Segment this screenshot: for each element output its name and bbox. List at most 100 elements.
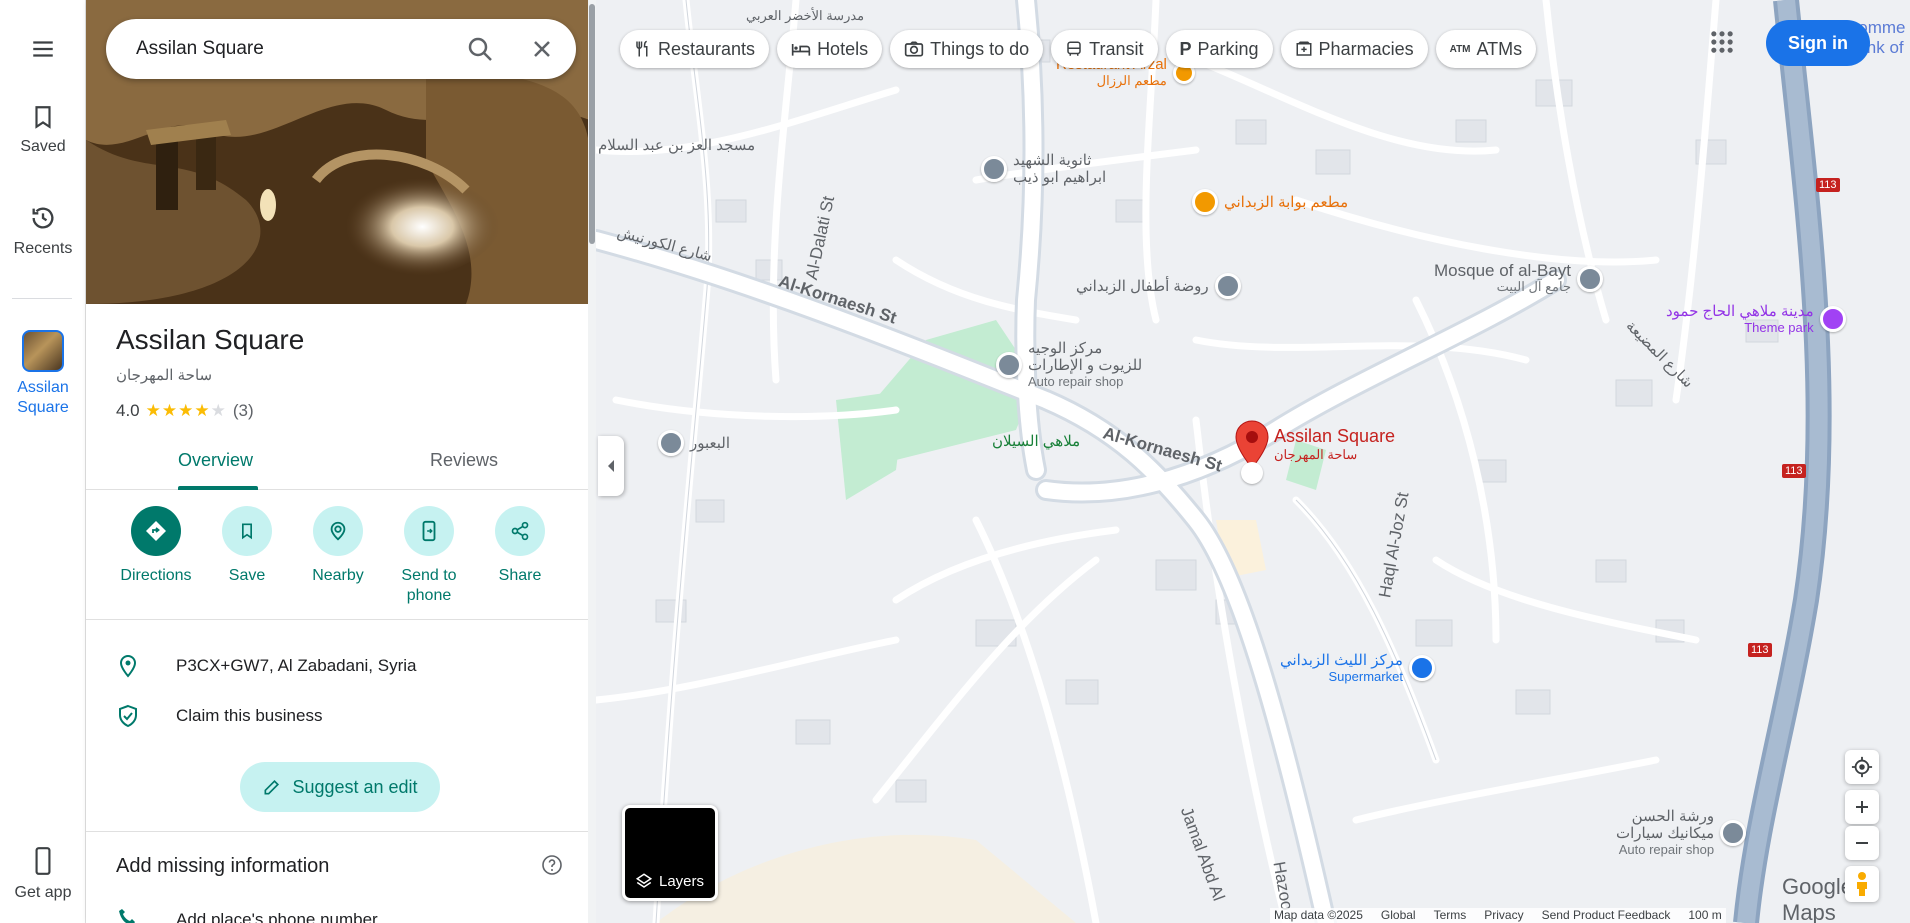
my-location-button[interactable] xyxy=(1845,750,1879,784)
chip-label: ATMs xyxy=(1476,38,1523,59)
send-to-phone-button[interactable]: Send to phone xyxy=(384,506,474,606)
left-rail: Saved Recents Assilan Square Get app xyxy=(0,0,86,923)
footer-feedback-link[interactable]: Send Product Feedback xyxy=(1542,908,1671,923)
fork-knife-icon xyxy=(636,40,648,57)
shopping-cart-icon xyxy=(1408,655,1435,681)
poi-theme-park[interactable]: مدينة ملاهي الحاج حمود Theme park xyxy=(1666,303,1846,335)
chip-restaurants[interactable]: Restaurants xyxy=(620,30,770,68)
footer-privacy-link[interactable]: Privacy xyxy=(1484,908,1523,923)
footer-global-link[interactable]: Global xyxy=(1381,908,1416,923)
saved-button[interactable]: Saved xyxy=(0,104,86,156)
hamburger-icon xyxy=(33,41,53,57)
layers-label-group: Layers xyxy=(635,872,704,890)
sign-in-button[interactable]: Sign in xyxy=(1766,20,1870,66)
chip-atms[interactable]: ATM ATMs xyxy=(1435,30,1537,68)
add-phone-link[interactable]: Add place's phone number xyxy=(176,910,378,923)
directions-button[interactable]: Directions xyxy=(111,506,201,586)
minus-icon xyxy=(1856,842,1868,844)
pegman-button[interactable] xyxy=(1845,866,1879,902)
poi-school[interactable]: ثانوية الشهيد ابراهيم ابو ذيب xyxy=(981,152,1106,186)
park-label: ملاهي السيلان xyxy=(992,433,1081,450)
layers-button[interactable]: Layers xyxy=(622,805,718,901)
place-panel: Assilan Square ساحة المهرجان 4.0 ★★★★★ (… xyxy=(86,0,590,923)
zoom-out-button[interactable] xyxy=(1845,826,1879,860)
pin-label: Assilan Square xyxy=(1274,426,1396,446)
panel-scrollbar[interactable] xyxy=(588,0,596,923)
pin-label-ar: ساحة المهرجان xyxy=(1274,447,1358,462)
poi-category: Auto repair shop xyxy=(1028,374,1124,389)
footer-terms-link[interactable]: Terms xyxy=(1434,908,1467,923)
map-footer: Map data ©2025 Global Terms Privacy Send… xyxy=(1270,908,1726,923)
restaurant-icon xyxy=(1192,189,1218,215)
history-icon xyxy=(32,207,54,229)
help-icon[interactable] xyxy=(540,853,564,877)
poi-category: Theme park xyxy=(1744,320,1814,335)
chip-pharmacies[interactable]: Pharmacies xyxy=(1280,30,1428,68)
bed-icon xyxy=(791,44,811,56)
close-icon[interactable] xyxy=(524,31,560,67)
menu-button[interactable] xyxy=(0,36,86,70)
apps-grid-icon[interactable] xyxy=(1708,28,1736,56)
chip-label: Parking xyxy=(1197,38,1259,59)
verified-shield-icon xyxy=(119,704,137,728)
search-input[interactable] xyxy=(136,19,456,79)
bus-icon xyxy=(1067,41,1081,56)
claim-business-text: Claim this business xyxy=(176,706,323,725)
suggest-edit-button[interactable]: Suggest an edit xyxy=(240,762,440,812)
active-tab-indicator xyxy=(178,486,258,490)
category-chips: Restaurants Hotels Things to do Transit … xyxy=(620,30,1537,70)
poi-label-ar: مطعم الرزال xyxy=(1096,73,1167,88)
school-icon xyxy=(981,156,1007,182)
address-text: P3CX+GW7, Al Zabadani, Syria xyxy=(176,656,417,675)
address-row[interactable]: P3CX+GW7, Al Zabadani, Syria xyxy=(86,644,590,688)
place-tabs: Overview Reviews xyxy=(86,440,590,490)
poi-restaurant-gate[interactable]: مطعم بوابة الزبداني xyxy=(1192,189,1348,215)
poi-supermarket[interactable]: مركز الليث الزبداني Supermarket xyxy=(1280,652,1435,684)
chip-parking[interactable]: P Parking xyxy=(1165,30,1273,68)
suggest-edit-label: Suggest an edit xyxy=(292,776,418,797)
rail-place-label-1: Assilan xyxy=(17,379,69,396)
scale-label[interactable]: 100 m xyxy=(1688,908,1721,923)
send-to-phone-icon xyxy=(404,506,454,556)
place-icon xyxy=(658,430,684,456)
rail-place-item[interactable]: Assilan Square xyxy=(0,330,86,418)
collapse-panel-button[interactable] xyxy=(598,436,624,496)
recents-button[interactable]: Recents xyxy=(0,204,86,258)
poi-baaour[interactable]: البعبور xyxy=(658,430,730,456)
chip-label: Pharmacies xyxy=(1318,38,1414,59)
nearby-button[interactable]: Nearby xyxy=(293,506,383,586)
poi-label: ورشة الحسن xyxy=(1631,808,1715,825)
theme-park-icon xyxy=(1819,306,1846,332)
poi-label: مدينة ملاهي الحاج حمود xyxy=(1666,303,1814,320)
poi-label-2: ميكانيك سيارات xyxy=(1616,825,1715,842)
selected-place-label: Assilan Square ساحة المهرجان xyxy=(1274,426,1395,463)
search-icon[interactable] xyxy=(462,31,498,67)
map-label-top-school: مدرسة الأخضر العربي xyxy=(746,8,865,23)
poi-auto-repair-1[interactable]: مركز الوجيه للزيوت و الإطارات Auto repai… xyxy=(996,340,1142,389)
get-app-button[interactable]: Get app xyxy=(0,846,86,902)
poi-label: مركز الليث الزبداني xyxy=(1280,652,1403,669)
tab-reviews[interactable]: Reviews xyxy=(430,450,498,471)
nearby-icon xyxy=(313,506,363,556)
poi-mosque-al-bayt[interactable]: Mosque of al-Bayt جامع آل البيت xyxy=(1434,262,1604,295)
claim-business-row[interactable]: Claim this business xyxy=(86,694,590,738)
poi-kindergarten[interactable]: روضة أطفال الزبداني xyxy=(1076,273,1241,299)
chip-things-to-do[interactable]: Things to do xyxy=(890,30,1044,68)
review-count[interactable]: (3) xyxy=(233,401,254,421)
bookmark-icon xyxy=(222,506,272,556)
map-canvas[interactable]: Al-Kornaesh St Al-Kornaesh St Al-Dalati … xyxy=(596,0,1910,923)
chip-hotels[interactable]: Hotels xyxy=(777,30,883,68)
nearby-label: Nearby xyxy=(312,567,364,584)
share-button[interactable]: Share xyxy=(475,506,565,586)
zoom-in-button[interactable] xyxy=(1845,790,1879,824)
scrollbar-thumb[interactable] xyxy=(589,4,595,244)
save-button[interactable]: Save xyxy=(202,506,292,586)
poi-auto-repair-2[interactable]: ورشة الحسن ميكانيك سيارات Auto repair sh… xyxy=(1616,808,1747,857)
missing-info-title: Add missing information xyxy=(116,855,330,877)
chip-transit[interactable]: Transit xyxy=(1051,30,1158,68)
chevron-left-icon xyxy=(608,460,614,472)
tab-overview[interactable]: Overview xyxy=(178,450,253,471)
poi-label: ثانوية الشهيد xyxy=(1013,152,1092,169)
get-app-label: Get app xyxy=(14,884,72,901)
mosque-icon xyxy=(1577,265,1604,292)
